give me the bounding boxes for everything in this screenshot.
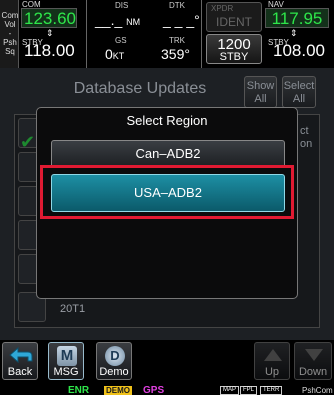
list-item-label: 20T1	[60, 303, 86, 315]
demo-icon: D	[105, 346, 125, 366]
nav-swap-icon[interactable]: ⇕	[290, 28, 298, 39]
partial-text-line: on	[300, 138, 313, 150]
dis-label: DIS	[115, 1, 129, 10]
back-label: Back	[7, 366, 33, 378]
show-all-label-line: Show	[246, 80, 275, 92]
transponder-panel: XPDR IDENT 1200 STBY	[203, 0, 263, 68]
select-all-button[interactable]: Select All	[282, 76, 316, 108]
com-standby-value[interactable]: 118.00	[24, 41, 75, 61]
map-chip: MAP	[220, 386, 240, 395]
knob-line: -	[8, 29, 12, 38]
fpl-chip: FPL	[240, 386, 258, 395]
knob-line: Psh	[3, 38, 17, 47]
push-com-hint: PshCom	[302, 386, 333, 395]
transponder-mode: STBY	[219, 51, 249, 63]
dis-value: __._ NM	[95, 12, 141, 28]
region-option-can-adb2[interactable]: Can–ADB2	[51, 140, 285, 168]
dtk-value: _ _ _°	[163, 12, 200, 28]
up-label: Up	[264, 366, 280, 378]
up-arrow-icon	[264, 349, 282, 361]
select-all-label-line: Select	[283, 80, 315, 92]
partial-text-line: ct	[300, 125, 309, 137]
partial-row-text: ct on	[300, 125, 312, 151]
enr-annunciator: ENR	[68, 385, 90, 395]
com-swap-icon[interactable]: ⇕	[46, 28, 54, 39]
demo-label: Demo	[99, 366, 129, 378]
nav-standby-value[interactable]: 108.00	[273, 41, 325, 61]
terr-chip: TERR	[260, 386, 283, 395]
msg-label: MSG	[53, 366, 79, 378]
show-all-label-line: All	[254, 93, 267, 105]
knob-line: Sq	[5, 47, 15, 56]
ident-label: IDENT	[216, 15, 252, 29]
down-button[interactable]: Down	[294, 342, 332, 380]
nav-active-frequency[interactable]: 117.95	[265, 8, 329, 28]
checkmark-icon: ✔	[20, 132, 36, 152]
ident-button[interactable]: XPDR IDENT	[206, 2, 262, 32]
up-button[interactable]: Up	[254, 342, 290, 380]
show-all-button[interactable]: Show All	[244, 76, 277, 108]
msg-button[interactable]: M MSG	[48, 342, 84, 380]
knob-line: Com	[1, 11, 19, 20]
com-active-frequency[interactable]: 123.60	[21, 8, 77, 28]
down-arrow-icon	[305, 349, 323, 361]
nav-active-value: 117.95	[271, 9, 323, 28]
back-button[interactable]: Back	[2, 342, 38, 380]
demo-annunciator: DEMO	[104, 386, 132, 395]
xpdr-label: XPDR	[211, 4, 234, 13]
transponder-code-button[interactable]: 1200 STBY	[206, 34, 262, 64]
com-active-value: 123.60	[24, 9, 76, 28]
knob-line: Vol	[4, 20, 16, 29]
page-title: Database Updates	[73, 80, 207, 97]
dtk-label: DTK	[169, 1, 185, 10]
selection-highlight	[40, 165, 294, 219]
status-bar: Com Vol - Psh Sq COM STBY 123.60 ⇕ 118.0…	[0, 0, 334, 68]
trk-label: TRK	[169, 36, 185, 45]
dialog-title: Select Region	[126, 113, 208, 128]
back-arrow-icon	[9, 346, 33, 364]
message-icon: M	[57, 346, 77, 366]
nav-data-panel: DIS __._ NM DTK _ _ _° GS 0KT TRK 359°	[86, 0, 202, 68]
demo-button[interactable]: D Demo	[96, 342, 132, 380]
gs-value: 0KT	[105, 46, 125, 62]
down-label: Down	[298, 366, 328, 378]
gs-label: GS	[115, 36, 127, 45]
trk-value: 359°	[161, 46, 190, 62]
select-all-label-line: All	[292, 93, 306, 105]
gps-annunciator: GPS	[143, 385, 165, 395]
com-volume-knob-hint[interactable]: Com Vol - Psh Sq	[0, 0, 19, 68]
